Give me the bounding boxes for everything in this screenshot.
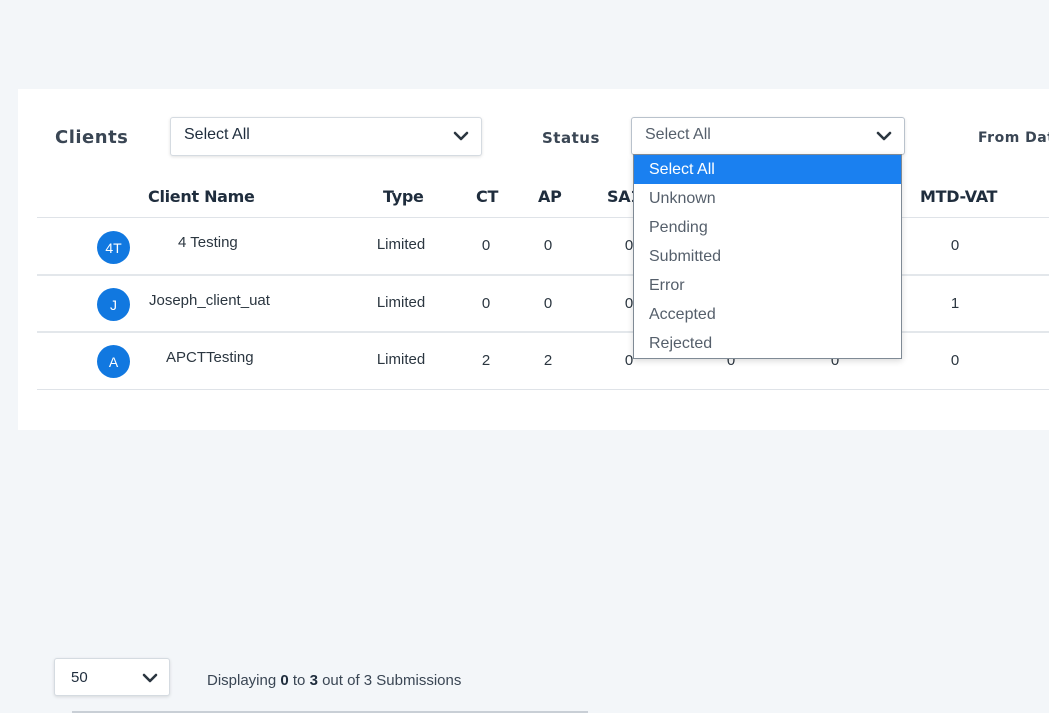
ct-cell: 0 [481, 237, 491, 254]
chevron-down-icon [142, 673, 158, 683]
clients-select-value: Select All [184, 126, 250, 143]
from-date-label: From Dat [978, 130, 1049, 146]
type-cell: Limited [376, 351, 426, 368]
status-option-unknown[interactable]: Unknown [634, 184, 901, 213]
client-name-cell[interactable]: Joseph_client_uat [149, 292, 270, 309]
mtd-vat-cell: 0 [950, 352, 960, 369]
avatar: 4T [97, 231, 130, 264]
status-option-pending[interactable]: Pending [634, 213, 901, 242]
ap-cell: 0 [543, 237, 553, 254]
avatar: J [97, 288, 130, 321]
sa1-cell: 0 [624, 352, 634, 369]
status-dropdown-list: Select All Unknown Pending Submitted Err… [633, 154, 902, 359]
clients-filter-label: Clients [55, 127, 129, 148]
page-size-value: 50 [71, 669, 88, 686]
ct-cell: 0 [481, 295, 491, 312]
page-size-select[interactable]: 50 [54, 658, 170, 696]
row-divider [37, 389, 1049, 390]
status-option-accepted[interactable]: Accepted [634, 300, 901, 329]
pagination-to: 3 [309, 672, 318, 689]
pagination-summary: Displaying 0 to 3 out of 3 Submissions [207, 672, 461, 689]
ap-cell: 2 [543, 352, 553, 369]
type-cell: Limited [376, 236, 426, 253]
pagination-prefix: Displaying [207, 672, 277, 689]
status-option-rejected[interactable]: Rejected [634, 329, 901, 358]
client-name-cell[interactable]: APCTTesting [166, 349, 254, 366]
client-name-cell[interactable]: 4 Testing [178, 234, 238, 251]
sa1-cell: 0 [624, 295, 634, 312]
chevron-down-icon [453, 131, 469, 141]
pagination-from: 0 [280, 672, 289, 689]
status-option-select-all[interactable]: Select All [634, 155, 901, 184]
status-option-error[interactable]: Error [634, 271, 901, 300]
type-cell: Limited [376, 294, 426, 311]
status-filter-label: Status [542, 129, 600, 147]
avatar: A [97, 345, 130, 378]
ap-cell: 0 [543, 295, 553, 312]
mtd-vat-cell: 0 [950, 237, 960, 254]
column-header-client-name[interactable]: Client Name [148, 187, 255, 206]
clients-select[interactable]: Select All [170, 117, 482, 156]
sa1-cell: 0 [624, 237, 634, 254]
status-select-value: Select All [645, 126, 711, 143]
ct-cell: 2 [481, 352, 491, 369]
mtd-vat-cell: 1 [950, 295, 960, 312]
column-header-ap[interactable]: AP [538, 187, 562, 206]
column-header-mtd-vat[interactable]: MTD-VAT [920, 187, 997, 206]
pagination-to-word: to [292, 672, 306, 689]
status-select[interactable]: Select All [631, 117, 905, 155]
chevron-down-icon [876, 131, 892, 141]
column-header-type[interactable]: Type [383, 187, 424, 206]
column-header-ct[interactable]: CT [476, 187, 498, 206]
pagination-suffix: out of 3 Submissions [322, 672, 462, 689]
status-option-submitted[interactable]: Submitted [634, 242, 901, 271]
